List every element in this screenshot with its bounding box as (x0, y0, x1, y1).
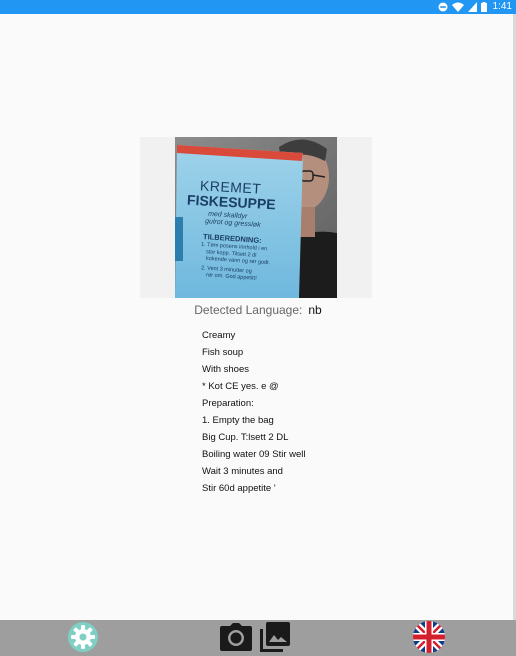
camera-icon (219, 622, 253, 656)
wifi-icon (451, 2, 464, 12)
status-bar: 1:41 (0, 0, 516, 14)
status-time: 1:41 (492, 1, 512, 12)
translation-line: Creamy (202, 330, 236, 341)
detected-language-value: nb (308, 303, 322, 317)
gear-icon (67, 621, 99, 656)
captured-photo[interactable]: KREMET FISKESUPPE med skalldyr gulrot og… (175, 137, 337, 298)
detected-language-row: Detected Language: nb (0, 302, 516, 318)
camera-button[interactable] (219, 622, 253, 656)
detected-language-label: Detected Language: (194, 303, 303, 317)
translation-line: Preparation: (202, 398, 254, 409)
language-button[interactable] (412, 620, 446, 656)
app-screen: 1:41 KREMET FISKESUPPE med skalldyr gulr… (0, 0, 516, 656)
translation-line: Wait 3 minutes and (202, 466, 283, 477)
bag-text: KREMET FISKESUPPE med skalldyr gulrot og… (175, 137, 337, 298)
gallery-button[interactable] (258, 621, 292, 656)
uk-flag-icon (412, 620, 446, 656)
battery-icon (480, 2, 487, 12)
translation-line: Fish soup (202, 347, 244, 358)
status-icons: 1:41 (438, 0, 512, 14)
translation-line: Boiling water 09 Stir well (202, 449, 306, 460)
cellular-icon (467, 2, 477, 12)
bag-subtitle-line-2: gulrot og gressløk (204, 218, 261, 229)
translation-text: Creamy Fish soup With shoes * Kot CE yes… (202, 327, 402, 497)
bag-step-1c: kokende vann og rør godt. (205, 255, 271, 267)
translation-line: Stir 60d appetite ' (202, 483, 276, 494)
translation-line: * Kot CE yes. e @ (202, 381, 279, 392)
bottom-bar (0, 620, 516, 656)
translation-line: 1. Empty the bag (202, 415, 274, 426)
translation-line: Big Cup. T:lsett 2 DL (202, 432, 289, 443)
gallery-icon (259, 621, 291, 656)
settings-button[interactable] (66, 621, 100, 656)
bag-title-line-2: FISKESUPPE (186, 191, 277, 213)
minus-circle-icon (438, 2, 448, 12)
translation-line: With shoes (202, 364, 249, 375)
